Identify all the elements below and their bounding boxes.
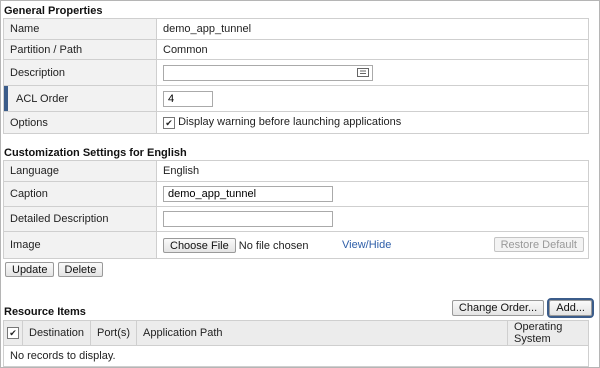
name-value: demo_app_tunnel (156, 18, 589, 40)
text-editor-icon[interactable] (357, 67, 369, 77)
add-button[interactable]: Add... (547, 298, 594, 318)
detailed-description-label: Detailed Description (3, 206, 157, 232)
acl-order-input[interactable] (163, 90, 213, 107)
no-file-text: No file chosen (238, 239, 309, 252)
acl-order-label: ACL Order (3, 85, 157, 112)
select-all-checkbox[interactable]: ✔ (7, 327, 19, 340)
options-row: Options ✔ Display warning before launchi… (3, 111, 589, 134)
image-label: Image (3, 231, 157, 259)
update-button[interactable]: Update (5, 262, 55, 277)
general-properties-table: Name demo_app_tunnel Partition / Path Co… (3, 18, 589, 134)
choose-file-button[interactable]: Choose File (163, 237, 236, 253)
name-row: Name demo_app_tunnel (3, 18, 589, 40)
view-hide-link[interactable]: View/Hide (342, 239, 391, 251)
caption-label: Caption (3, 181, 157, 207)
partition-row: Partition / Path Common (3, 39, 589, 60)
resource-empty-row: No records to display. (3, 345, 589, 367)
resource-header-row: ✔ Destination Port(s) Application Path O… (3, 320, 589, 346)
detailed-description-row: Detailed Description (3, 206, 589, 232)
acl-order-row: ACL Order (3, 85, 589, 112)
resource-actions: Change Order... Add... (451, 298, 594, 318)
description-label: Description (3, 59, 157, 86)
image-row: Image Choose File No file chosen View/Hi… (3, 231, 589, 259)
change-order-button[interactable]: Change Order... (451, 300, 545, 316)
restore-default-button[interactable]: Restore Default (493, 237, 584, 252)
options-label: Options (3, 111, 157, 134)
language-row: Language English (3, 160, 589, 182)
select-all-cell: ✔ (3, 320, 23, 346)
resource-items-title: Resource Items (4, 306, 86, 318)
detailed-description-input[interactable] (163, 211, 333, 227)
description-input[interactable] (163, 64, 373, 81)
caption-row: Caption (3, 181, 589, 207)
form-actions: Update Delete (5, 262, 104, 277)
customization-title: Customization Settings for English (4, 147, 187, 159)
column-ports[interactable]: Port(s) (90, 320, 138, 346)
customization-table: Language English Caption Detailed Descri… (3, 160, 589, 259)
warning-checkbox[interactable]: ✔ (163, 116, 175, 129)
description-row: Description (3, 59, 589, 86)
caption-input[interactable] (163, 186, 333, 202)
empty-records-message: No records to display. (3, 345, 589, 367)
partition-label: Partition / Path (3, 39, 157, 60)
name-label: Name (3, 18, 157, 40)
resource-items-table: ✔ Destination Port(s) Application Path O… (3, 320, 589, 367)
column-application-path[interactable]: Application Path (136, 320, 508, 346)
delete-button[interactable]: Delete (57, 262, 104, 277)
warning-checkbox-label: Display warning before launching applica… (178, 116, 402, 129)
partition-value: Common (156, 39, 589, 60)
language-value: English (156, 160, 589, 182)
language-label: Language (3, 160, 157, 182)
description-field-wrap (163, 64, 373, 81)
column-operating-system[interactable]: Operating System (507, 320, 589, 346)
acl-order-label-text: ACL Order (16, 92, 69, 105)
general-properties-title: General Properties (4, 5, 103, 17)
column-destination[interactable]: Destination (21, 320, 92, 346)
